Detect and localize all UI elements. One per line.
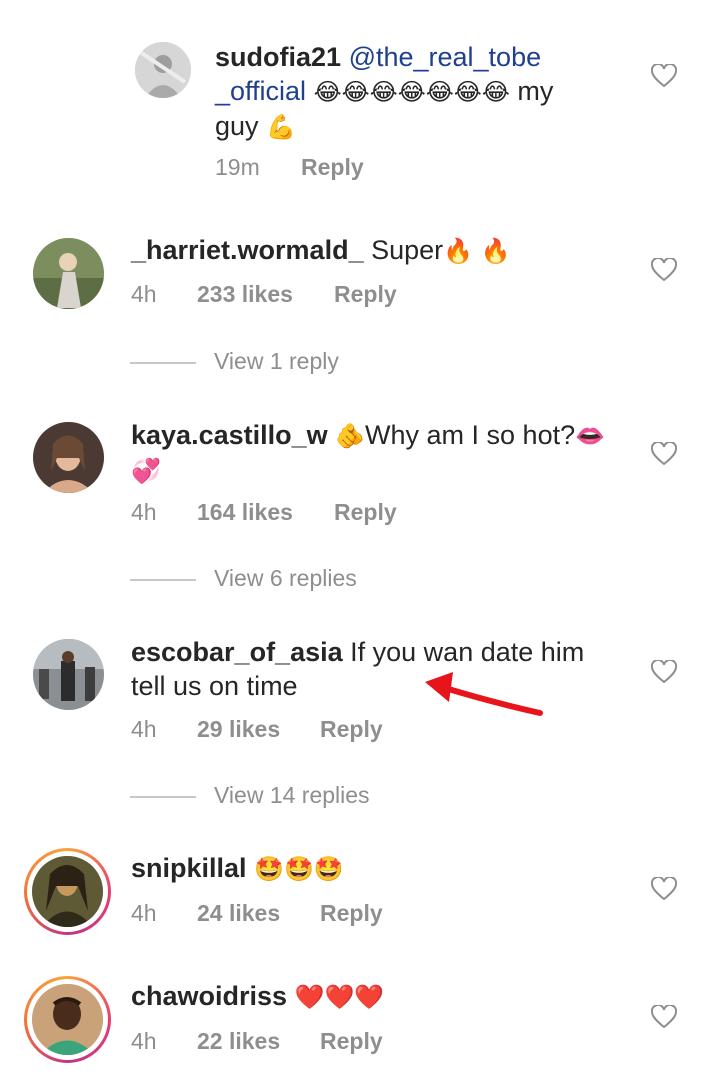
avatar[interactable] (32, 856, 103, 927)
reply-button[interactable]: Reply (320, 716, 383, 743)
comment-meta: 19m Reply (215, 154, 364, 181)
timestamp: 4h (131, 281, 157, 307)
mention-link[interactable]: @the_real_tobe (349, 42, 542, 72)
timestamp: 19m (215, 154, 260, 180)
avatar[interactable] (135, 42, 191, 98)
reply-button[interactable]: Reply (334, 281, 397, 308)
comment-text-cont: tell us on time (131, 671, 298, 701)
comment-text: Why am I so hot? (365, 420, 576, 450)
username[interactable]: kaya.castillo_w (131, 420, 328, 450)
pointing-hand-emoji-icon: 🫵 (335, 422, 366, 450)
username[interactable]: snipkillal (131, 853, 247, 883)
timestamp: 4h (131, 900, 157, 926)
avatar[interactable] (33, 639, 104, 710)
heart-outline-icon[interactable] (651, 660, 677, 684)
divider (130, 579, 196, 581)
comment-text-cont: guy (215, 111, 259, 141)
comment-text: If you wan date him (350, 637, 585, 667)
likes-count[interactable]: 22 likes (197, 1028, 320, 1055)
timestamp: 4h (131, 1028, 157, 1054)
comment-body: _harriet.wormald_ Super🔥 🔥 (131, 233, 631, 268)
view-replies-button[interactable]: View 1 reply (130, 348, 530, 378)
heart-outline-icon[interactable] (651, 877, 677, 901)
view-replies-label[interactable]: View 6 replies (214, 565, 357, 592)
timestamp: 4h (131, 716, 157, 742)
reply-button[interactable]: Reply (320, 900, 383, 927)
comment-body: kaya.castillo_w 🫵Why am I so hot?👄 💞 (131, 418, 621, 488)
heart-outline-icon[interactable] (651, 64, 677, 88)
likes-count[interactable]: 24 likes (197, 900, 320, 927)
heart-outline-icon[interactable] (651, 258, 677, 282)
mention-link-cont[interactable]: _official (215, 76, 306, 106)
timestamp: 4h (131, 499, 157, 525)
flexed-biceps-emoji-icon: 💪 (266, 113, 296, 141)
username[interactable]: chawoidriss (131, 981, 287, 1011)
likes-count[interactable]: 233 likes (197, 281, 334, 308)
divider (130, 362, 196, 364)
star-struck-emoji-icon: 🤩🤩🤩 (254, 855, 344, 883)
red-heart-emoji-icon: ❤️❤️❤️ (294, 983, 385, 1011)
red-annotation-arrow-icon (425, 672, 543, 716)
likes-count[interactable]: 164 likes (197, 499, 334, 526)
comment-body: sudofia21 @the_real_tobe _official 😂😂😂😂😂… (215, 40, 635, 144)
view-replies-label[interactable]: View 1 reply (214, 348, 339, 375)
hearts-emoji-icon: 💞 (131, 457, 161, 485)
avatar[interactable] (33, 238, 104, 309)
avatar[interactable] (32, 984, 103, 1055)
username[interactable]: sudofia21 (215, 42, 341, 72)
comment-body: chawoidriss ❤️❤️❤️ (131, 979, 631, 1014)
divider (130, 796, 196, 798)
reply-button[interactable]: Reply (301, 154, 364, 181)
reply-button[interactable]: Reply (334, 499, 397, 526)
view-replies-button[interactable]: View 14 replies (130, 782, 530, 812)
avatar[interactable] (33, 422, 104, 493)
comment-meta: 4h 233 likes Reply (131, 281, 397, 308)
likes-count[interactable]: 29 likes (197, 716, 320, 743)
heart-outline-icon[interactable] (651, 1005, 677, 1029)
lips-emoji-icon: 👄 (575, 422, 606, 450)
reply-button[interactable]: Reply (320, 1028, 383, 1055)
comment-meta: 4h 22 likes Reply (131, 1028, 383, 1055)
username[interactable]: escobar_of_asia (131, 637, 343, 667)
comment-body: snipkillal 🤩🤩🤩 (131, 851, 631, 886)
view-replies-button[interactable]: View 6 replies (130, 565, 530, 595)
view-replies-label[interactable]: View 14 replies (214, 782, 370, 809)
fire-emoji-icon: 🔥 🔥 (443, 237, 511, 265)
comment-meta: 4h 164 likes Reply (131, 499, 397, 526)
comment-body: escobar_of_asia If you wan date him tell… (131, 635, 631, 703)
comment-meta: 4h 29 likes Reply (131, 716, 383, 743)
comment-text: Super (371, 235, 444, 265)
laughing-emoji-icon: 😂😂😂😂😂😂😂 (313, 78, 510, 106)
heart-outline-icon[interactable] (651, 442, 677, 466)
comment-meta: 4h 24 likes Reply (131, 900, 383, 927)
username[interactable]: _harriet.wormald_ (131, 235, 364, 265)
comment-text: my (517, 76, 554, 106)
